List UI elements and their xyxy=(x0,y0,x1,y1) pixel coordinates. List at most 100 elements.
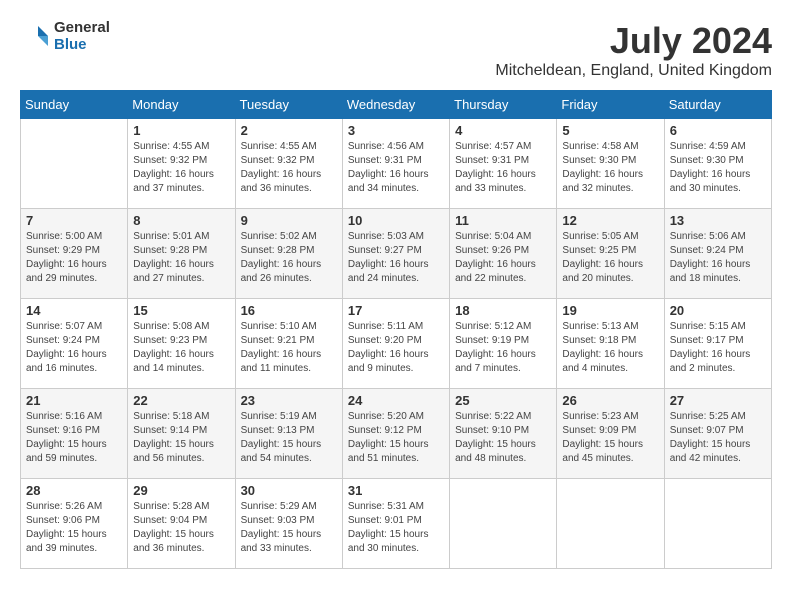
day-info: Sunrise: 5:00 AM Sunset: 9:29 PM Dayligh… xyxy=(26,230,122,286)
day-info: Sunrise: 5:20 AM Sunset: 9:12 PM Dayligh… xyxy=(348,410,444,466)
calendar-cell: 3Sunrise: 4:56 AM Sunset: 9:31 PM Daylig… xyxy=(342,119,449,209)
day-number: 13 xyxy=(670,213,766,228)
day-number: 25 xyxy=(455,393,551,408)
day-info: Sunrise: 5:07 AM Sunset: 9:24 PM Dayligh… xyxy=(26,320,122,376)
header-friday: Friday xyxy=(557,91,664,119)
calendar-cell: 31 Sunrise: 5:31 AM Sunset: 9:01 PM Dayli… xyxy=(342,479,449,569)
day-info: Sunrise: 5:18 AM Sunset: 9:14 PM Dayligh… xyxy=(133,410,229,466)
day-info: Sunrise: 5:19 AM Sunset: 9:13 PM Dayligh… xyxy=(241,410,337,466)
day-number: 19 xyxy=(562,303,658,318)
day-info: Sunrise: 5:11 AM Sunset: 9:20 PM Dayligh… xyxy=(348,320,444,376)
day-number: 10 xyxy=(348,213,444,228)
calendar-cell: 7 Sunrise: 5:00 AM Sunset: 9:29 PM Daylig… xyxy=(21,209,128,299)
logo: General Blue xyxy=(20,20,110,53)
day-number: 12 xyxy=(562,213,658,228)
header-sunday: Sunday xyxy=(21,91,128,119)
calendar-cell: 17 Sunrise: 5:11 AM Sunset: 9:20 PM Dayli… xyxy=(342,299,449,389)
calendar-cell: 22Sunrise: 5:18 AM Sunset: 9:14 PM Dayli… xyxy=(128,389,235,479)
day-number: 18 xyxy=(455,303,551,318)
day-number: 17 xyxy=(348,303,444,318)
day-info: Sunrise: 5:28 AM Sunset: 9:04 PM Dayligh… xyxy=(133,500,229,556)
day-info: Sunrise: 5:23 AM Sunset: 9:09 PM Dayligh… xyxy=(562,410,658,466)
calendar-cell: 27 Sunrise: 5:25 AM Sunset: 9:07 PM Dayli… xyxy=(664,389,771,479)
calendar-cell: 16 Sunrise: 5:10 AM Sunset: 9:21 PM Dayli… xyxy=(235,299,342,389)
day-number: 14 xyxy=(26,303,122,318)
day-info: Sunrise: 5:03 AM Sunset: 9:27 PM Dayligh… xyxy=(348,230,444,286)
day-number: 20 xyxy=(670,303,766,318)
calendar-cell: 23Sunrise: 5:19 AM Sunset: 9:13 PM Dayli… xyxy=(235,389,342,479)
calendar-cell: 28Sunrise: 5:26 AM Sunset: 9:06 PM Dayli… xyxy=(21,479,128,569)
day-info: Sunrise: 5:01 AM Sunset: 9:28 PM Dayligh… xyxy=(133,230,229,286)
calendar-cell: 21Sunrise: 5:16 AM Sunset: 9:16 PM Dayli… xyxy=(21,389,128,479)
month-title: July 2024 xyxy=(495,20,772,62)
calendar-cell xyxy=(557,479,664,569)
day-number: 9 xyxy=(241,213,337,228)
calendar-cell: 25 Sunrise: 5:22 AM Sunset: 9:10 PM Dayli… xyxy=(450,389,557,479)
day-info: Sunrise: 5:26 AM Sunset: 9:06 PM Dayligh… xyxy=(26,500,122,556)
day-info: Sunrise: 5:25 AM Sunset: 9:07 PM Dayligh… xyxy=(670,410,766,466)
day-number: 30 xyxy=(241,483,337,498)
day-number: 11 xyxy=(455,213,551,228)
location-title: Mitcheldean, England, United Kingdom xyxy=(495,62,772,80)
calendar-cell: 26 Sunrise: 5:23 AM Sunset: 9:09 PM Dayli… xyxy=(557,389,664,479)
calendar-table: SundayMondayTuesdayWednesdayThursdayFrid… xyxy=(20,90,772,569)
header-monday: Monday xyxy=(128,91,235,119)
calendar-week-row: 1Sunrise: 4:55 AM Sunset: 9:32 PM Daylig… xyxy=(21,119,772,209)
calendar-cell: 5Sunrise: 4:58 AM Sunset: 9:30 PM Daylig… xyxy=(557,119,664,209)
day-info: Sunrise: 5:29 AM Sunset: 9:03 PM Dayligh… xyxy=(241,500,337,556)
calendar-cell xyxy=(664,479,771,569)
day-number: 29 xyxy=(133,483,229,498)
calendar-cell: 9 Sunrise: 5:02 AM Sunset: 9:28 PM Daylig… xyxy=(235,209,342,299)
calendar-header-row: SundayMondayTuesdayWednesdayThursdayFrid… xyxy=(21,91,772,119)
day-info: Sunrise: 5:04 AM Sunset: 9:26 PM Dayligh… xyxy=(455,230,551,286)
calendar-cell: 13Sunrise: 5:06 AM Sunset: 9:24 PM Dayli… xyxy=(664,209,771,299)
header-tuesday: Tuesday xyxy=(235,91,342,119)
day-number: 7 xyxy=(26,213,122,228)
day-number: 5 xyxy=(562,123,658,138)
day-info: Sunrise: 4:57 AM Sunset: 9:31 PM Dayligh… xyxy=(455,140,551,196)
day-info: Sunrise: 5:31 AM Sunset: 9:01 PM Dayligh… xyxy=(348,500,444,556)
calendar-cell xyxy=(450,479,557,569)
calendar-cell: 12 Sunrise: 5:05 AM Sunset: 9:25 PM Dayli… xyxy=(557,209,664,299)
header-thursday: Thursday xyxy=(450,91,557,119)
calendar-cell: 19 Sunrise: 5:13 AM Sunset: 9:18 PM Dayli… xyxy=(557,299,664,389)
calendar-cell: 18 Sunrise: 5:12 AM Sunset: 9:19 PM Dayli… xyxy=(450,299,557,389)
day-number: 8 xyxy=(133,213,229,228)
day-info: Sunrise: 5:12 AM Sunset: 9:19 PM Dayligh… xyxy=(455,320,551,376)
calendar-cell: 15 Sunrise: 5:08 AM Sunset: 9:23 PM Dayli… xyxy=(128,299,235,389)
calendar-week-row: 14 Sunrise: 5:07 AM Sunset: 9:24 PM Dayli… xyxy=(21,299,772,389)
day-info: Sunrise: 5:16 AM Sunset: 9:16 PM Dayligh… xyxy=(26,410,122,466)
calendar-cell: 1Sunrise: 4:55 AM Sunset: 9:32 PM Daylig… xyxy=(128,119,235,209)
day-info: Sunrise: 5:22 AM Sunset: 9:10 PM Dayligh… xyxy=(455,410,551,466)
day-info: Sunrise: 5:10 AM Sunset: 9:21 PM Dayligh… xyxy=(241,320,337,376)
day-number: 2 xyxy=(241,123,337,138)
calendar-cell: 11 Sunrise: 5:04 AM Sunset: 9:26 PM Dayli… xyxy=(450,209,557,299)
day-info: Sunrise: 5:13 AM Sunset: 9:18 PM Dayligh… xyxy=(562,320,658,376)
day-number: 16 xyxy=(241,303,337,318)
header-saturday: Saturday xyxy=(664,91,771,119)
day-number: 24 xyxy=(348,393,444,408)
day-number: 27 xyxy=(670,393,766,408)
day-number: 15 xyxy=(133,303,229,318)
day-info: Sunrise: 4:59 AM Sunset: 9:30 PM Dayligh… xyxy=(670,140,766,196)
calendar-cell: 24 Sunrise: 5:20 AM Sunset: 9:12 PM Dayli… xyxy=(342,389,449,479)
calendar-cell: 4Sunrise: 4:57 AM Sunset: 9:31 PM Daylig… xyxy=(450,119,557,209)
calendar-cell: 10 Sunrise: 5:03 AM Sunset: 9:27 PM Dayli… xyxy=(342,209,449,299)
calendar-week-row: 28Sunrise: 5:26 AM Sunset: 9:06 PM Dayli… xyxy=(21,479,772,569)
day-info: Sunrise: 5:02 AM Sunset: 9:28 PM Dayligh… xyxy=(241,230,337,286)
logo-text: General Blue xyxy=(54,20,110,53)
day-info: Sunrise: 5:08 AM Sunset: 9:23 PM Dayligh… xyxy=(133,320,229,376)
day-number: 26 xyxy=(562,393,658,408)
calendar-cell: 6 Sunrise: 4:59 AM Sunset: 9:30 PM Daylig… xyxy=(664,119,771,209)
day-info: Sunrise: 4:55 AM Sunset: 9:32 PM Dayligh… xyxy=(241,140,337,196)
day-info: Sunrise: 5:05 AM Sunset: 9:25 PM Dayligh… xyxy=(562,230,658,286)
calendar-week-row: 7 Sunrise: 5:00 AM Sunset: 9:29 PM Daylig… xyxy=(21,209,772,299)
header-wednesday: Wednesday xyxy=(342,91,449,119)
calendar-cell: 14 Sunrise: 5:07 AM Sunset: 9:24 PM Dayli… xyxy=(21,299,128,389)
page-header: General Blue July 2024 Mitcheldean, Engl… xyxy=(20,20,772,80)
calendar-cell: 30 Sunrise: 5:29 AM Sunset: 9:03 PM Dayli… xyxy=(235,479,342,569)
day-number: 6 xyxy=(670,123,766,138)
day-number: 31 xyxy=(348,483,444,498)
day-number: 3 xyxy=(348,123,444,138)
calendar-cell: 2 Sunrise: 4:55 AM Sunset: 9:32 PM Daylig… xyxy=(235,119,342,209)
